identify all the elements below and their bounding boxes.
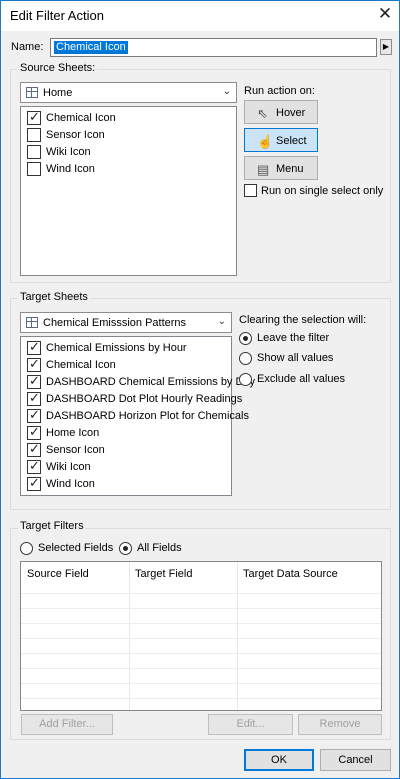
sheet-grid-icon	[26, 87, 38, 98]
clear-option-exclude-label: Exclude all values	[257, 373, 346, 385]
row-line	[21, 608, 381, 609]
row-line	[21, 623, 381, 624]
list-item-label: Home Icon	[46, 427, 100, 439]
list-item-label: Wiki Icon	[46, 146, 91, 158]
chevron-down-icon: ⌄	[217, 316, 226, 327]
column-divider	[237, 562, 238, 710]
row-line	[21, 653, 381, 654]
checkbox[interactable]	[27, 339, 41, 355]
radio-show[interactable]	[239, 352, 252, 365]
menu-label: Menu	[276, 163, 304, 175]
checkbox[interactable]	[27, 424, 41, 440]
row-line	[21, 593, 381, 594]
checkbox[interactable]	[27, 356, 41, 372]
triangle-right-icon: ▶	[382, 42, 390, 51]
checkbox[interactable]	[27, 407, 41, 423]
all-fields-option[interactable]: All Fields	[119, 541, 189, 557]
checkbox[interactable]	[27, 390, 41, 406]
radio-all-fields[interactable]	[119, 542, 132, 555]
name-label: Name:	[11, 41, 44, 53]
add-filter-button[interactable]: Add Filter...	[21, 714, 113, 735]
list-item-label: Chemical Icon	[46, 359, 116, 371]
source-sheet-combo[interactable]: Home ⌄	[20, 82, 237, 103]
checkbox[interactable]	[27, 162, 41, 176]
source-sheets-list: Chemical Icon Sensor Icon Wiki Icon Wind…	[20, 106, 237, 276]
selected-fields-label: Selected Fields	[38, 542, 114, 554]
sheet-grid-icon	[26, 317, 38, 328]
column-header-target-field[interactable]: Target Field	[135, 568, 192, 580]
chevron-down-icon: ⌄	[222, 86, 231, 97]
clear-option-show-label: Show all values	[257, 352, 334, 364]
edit-button[interactable]: Edit...	[208, 714, 293, 735]
name-field[interactable]: Chemical Icon	[50, 38, 377, 57]
column-header-source-field[interactable]: Source Field	[27, 568, 89, 580]
click-pointer-icon: ☝	[257, 134, 274, 149]
list-item-label: Chemical Emissions by Hour	[46, 342, 187, 354]
clear-option-exclude[interactable]: Exclude all values	[239, 372, 379, 388]
name-value: Chemical Icon	[54, 41, 128, 54]
hover-label: Hover	[276, 107, 306, 119]
row-line	[21, 668, 381, 669]
clear-option-show[interactable]: Show all values	[239, 351, 379, 367]
target-sheet-value: Chemical Emisssion Patterns	[43, 317, 187, 329]
target-sheets-list: Chemical Emissions by Hour Chemical Icon…	[20, 336, 255, 496]
close-icon[interactable]: ✕	[375, 4, 395, 24]
list-item-label: DASHBOARD Horizon Plot for Chemicals	[46, 410, 249, 422]
list-item-label: Wind Icon	[46, 478, 95, 490]
menu-pointer-icon: ▤	[257, 162, 270, 177]
dialog-title: Edit Filter Action	[10, 8, 104, 23]
row-line	[21, 698, 381, 699]
cancel-button[interactable]: Cancel	[320, 749, 391, 771]
checkbox[interactable]	[27, 475, 41, 491]
list-item-label: DASHBOARD Dot Plot Hourly Readings	[46, 393, 243, 405]
single-select-label: Run on single select only	[261, 185, 384, 197]
radio-leave[interactable]	[239, 332, 252, 345]
selected-fields-option[interactable]: Selected Fields	[20, 541, 115, 557]
run-action-label: Run action on:	[244, 85, 315, 97]
radio-selected-fields[interactable]	[20, 542, 33, 555]
checkbox[interactable]	[27, 128, 41, 142]
select-button[interactable]: ☝ Select	[244, 128, 318, 152]
list-item-label: DASHBOARD Chemical Emissions by Day	[46, 376, 256, 388]
target-sheets-label: Target Sheets	[18, 291, 90, 303]
hover-button[interactable]: ⇖ Hover	[244, 100, 318, 124]
list-item-label: Sensor Icon	[46, 444, 105, 456]
list-item-label: Wind Icon	[46, 163, 95, 175]
select-label: Select	[276, 135, 307, 147]
checkbox[interactable]	[27, 458, 41, 474]
clearing-label: Clearing the selection will:	[239, 314, 367, 326]
all-fields-label: All Fields	[137, 542, 182, 554]
checkbox[interactable]	[27, 373, 41, 389]
list-item-label: Wiki Icon	[46, 461, 91, 473]
checkbox[interactable]	[27, 145, 41, 159]
target-filters-label: Target Filters	[18, 520, 86, 532]
target-filters-table[interactable]: Source Field Target Field Target Data So…	[20, 561, 382, 711]
clear-option-leave[interactable]: Leave the filter	[239, 331, 379, 347]
column-header-target-data-source[interactable]: Target Data Source	[243, 568, 338, 580]
source-sheet-value: Home	[43, 87, 73, 99]
row-line	[21, 683, 381, 684]
column-divider	[129, 562, 130, 710]
ok-button[interactable]: OK	[244, 749, 314, 771]
list-item-label: Chemical Icon	[46, 112, 116, 124]
single-select-checkbox[interactable]	[244, 184, 257, 197]
row-line	[21, 638, 381, 639]
pointer-icon: ⇖	[257, 106, 268, 121]
menu-button[interactable]: ▤ Menu	[244, 156, 318, 180]
remove-button[interactable]: Remove	[298, 714, 382, 735]
radio-exclude[interactable]	[239, 373, 252, 386]
checkbox[interactable]	[27, 109, 41, 125]
target-sheet-combo[interactable]: Chemical Emisssion Patterns ⌄	[20, 312, 232, 333]
checkbox[interactable]	[27, 441, 41, 457]
name-insert-button[interactable]: ▶	[380, 39, 392, 55]
list-item-label: Sensor Icon	[46, 129, 105, 141]
clear-option-leave-label: Leave the filter	[257, 332, 330, 344]
source-sheets-label: Source Sheets:	[18, 62, 98, 74]
